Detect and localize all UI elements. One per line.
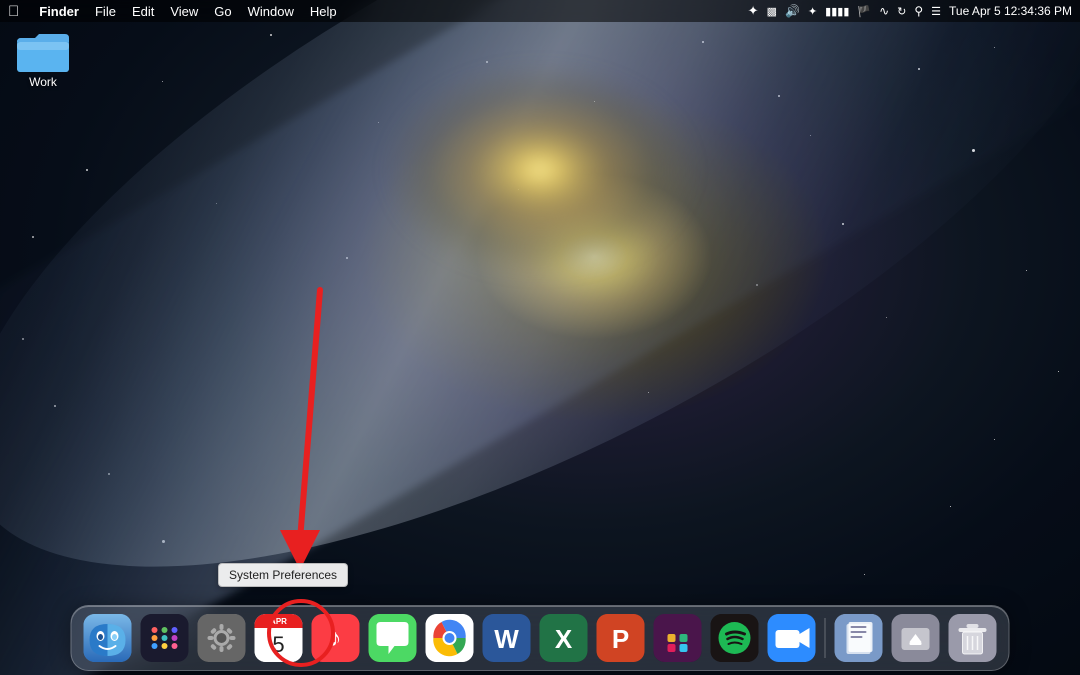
dock-item-downloads[interactable] (890, 612, 942, 664)
system-preferences-icon (198, 614, 246, 662)
apple-menu[interactable]:  (8, 3, 19, 20)
spotlight-icon[interactable]: ⚲ (914, 4, 923, 18)
chrome-icon (426, 614, 474, 662)
dock-item-music[interactable]: ♪ (310, 612, 362, 664)
dropbox-icon[interactable]: ✦ (748, 3, 759, 19)
svg-text:W: W (494, 624, 519, 654)
dock-item-excel[interactable]: X (538, 612, 590, 664)
dock-item-powerpoint[interactable]: P (595, 612, 647, 664)
menu-help[interactable]: Help (310, 4, 337, 19)
launchpad-icon (141, 614, 189, 662)
bluetooth-icon[interactable]: ✦ (808, 5, 817, 18)
svg-text:♪: ♪ (330, 625, 342, 652)
menu-file[interactable]: File (95, 4, 116, 19)
system-preferences-tooltip: System Preferences (218, 563, 348, 587)
folder-icon (17, 28, 69, 72)
music-icon: ♪ (312, 614, 360, 662)
slack-icon (654, 614, 702, 662)
desktop-folder-work[interactable]: Work (8, 28, 78, 89)
dock-item-messages[interactable] (367, 612, 419, 664)
desktop:  Finder File Edit View Go Window Help ✦… (0, 0, 1080, 675)
svg-text:X: X (555, 624, 573, 654)
datetime-display[interactable]: Tue Apr 5 12:34:36 PM (949, 4, 1072, 18)
word-icon: W (483, 614, 531, 662)
dock-item-word[interactable]: W (481, 612, 533, 664)
trash-icon (949, 614, 997, 662)
folder-label: Work (29, 75, 57, 89)
dock: APR 5 ♪ (71, 605, 1010, 671)
dock-item-finder[interactable] (82, 612, 134, 664)
zoom-icon (768, 614, 816, 662)
dock-item-trash[interactable] (947, 612, 999, 664)
dock-item-zoom[interactable] (766, 612, 818, 664)
galaxy-core (380, 60, 700, 280)
dock-item-system-preferences[interactable] (196, 612, 248, 664)
menubar-right: ✦ ▩ 🔊 ✦ ▮▮▮▮ 🏴 ∿ ↻ ⚲ ☰ Tue Apr 5 12:34:3… (748, 3, 1072, 19)
tooltip-text: System Preferences (229, 568, 337, 582)
menu-go[interactable]: Go (214, 4, 231, 19)
downloads-icon (892, 614, 940, 662)
svg-text:P: P (612, 624, 629, 654)
battery-icon[interactable]: ▮▮▮▮ (825, 5, 849, 18)
dock-item-spotify[interactable] (709, 612, 761, 664)
wifi-icon[interactable]: ∿ (879, 4, 889, 18)
menu-window[interactable]: Window (248, 4, 294, 19)
dock-item-calendar[interactable]: APR 5 (253, 612, 305, 664)
dock-separator (825, 618, 826, 658)
menubar-left:  Finder File Edit View Go Window Help (8, 3, 337, 20)
dock-item-launchpad[interactable] (139, 612, 191, 664)
notifications-icon[interactable]: ☰ (931, 5, 941, 18)
files-icon (835, 614, 883, 662)
dock-item-files[interactable] (833, 612, 885, 664)
powerpoint-icon: P (597, 614, 645, 662)
spotify-icon (711, 614, 759, 662)
finder-icon (84, 614, 132, 662)
excel-icon: X (540, 614, 588, 662)
volume-icon[interactable]: 🔊 (785, 4, 800, 18)
app-name[interactable]: Finder (39, 4, 79, 19)
dock-item-slack[interactable] (652, 612, 704, 664)
dock-item-chrome[interactable] (424, 612, 476, 664)
calendar-icon: APR 5 (255, 614, 303, 662)
cast-icon[interactable]: ▩ (767, 5, 777, 18)
messages-icon (369, 614, 417, 662)
flag-icon[interactable]: 🏴 (857, 5, 871, 18)
time-machine-icon[interactable]: ↻ (897, 5, 906, 18)
menu-view[interactable]: View (170, 4, 198, 19)
menu-edit[interactable]: Edit (132, 4, 154, 19)
menubar:  Finder File Edit View Go Window Help ✦… (0, 0, 1080, 22)
